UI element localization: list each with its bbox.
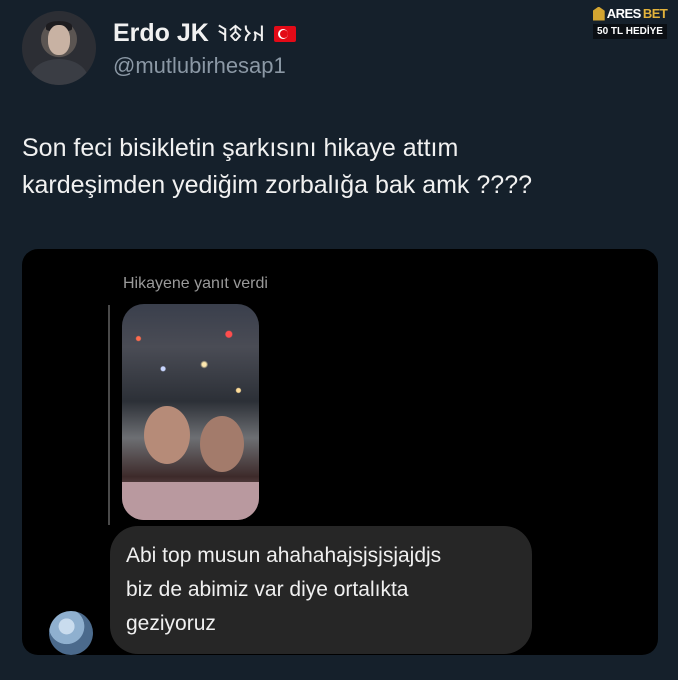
story-reply-label: Hikayene yanıt verdi — [123, 275, 268, 292]
author-handle[interactable]: @mutlubirhesap1 — [113, 53, 286, 79]
story-person-face — [200, 416, 244, 472]
story-thumbnail — [122, 304, 259, 520]
avatar-shoulders — [30, 59, 88, 85]
author-runes: 𐰴𐰆𐱃𐰚 — [217, 21, 266, 46]
tweet-text-line: Son feci bisikletin şarkısını hikaye att… — [22, 134, 459, 162]
avatar-face — [48, 25, 70, 55]
message-line: geziyoruz — [126, 612, 216, 635]
author-name[interactable]: Erdo JK 𐰴𐰆𐱃𐰚 — [113, 18, 297, 48]
watermark-tag: 50 TL HEDİYE — [593, 24, 667, 39]
tweet-text: Son feci bisikletin şarkısını hikaye att… — [22, 130, 662, 204]
tweet-media-image[interactable]: Hikayene yanıt verdi Abi top musun ahaha… — [22, 249, 658, 655]
watermark-brand: ARES BET — [590, 6, 670, 21]
story-bottom — [122, 482, 259, 520]
shield-icon — [592, 6, 605, 21]
author-avatar[interactable] — [22, 11, 96, 85]
message-bubble: Abi top musun ahahahajsjsjsjajdjs biz de… — [110, 526, 532, 654]
message-line: Abi top musun ahahahajsjsjsjajdjs — [126, 544, 442, 567]
story-person-face — [144, 406, 190, 464]
turkey-flag-icon — [274, 26, 297, 42]
watermark-logo: ARES BET 50 TL HEDİYE — [590, 6, 670, 39]
sender-avatar — [49, 611, 93, 655]
author-name-text: Erdo JK — [113, 18, 209, 47]
watermark-brand-a: ARES — [606, 6, 642, 21]
watermark-brand-b: BET — [642, 6, 668, 21]
message-line: biz de abimiz var diye ortalıkta — [126, 578, 409, 601]
reply-quote-line — [108, 305, 110, 525]
tweet-text-line: kardeşimden yediğim zorbalığa bak amk ??… — [22, 171, 532, 199]
